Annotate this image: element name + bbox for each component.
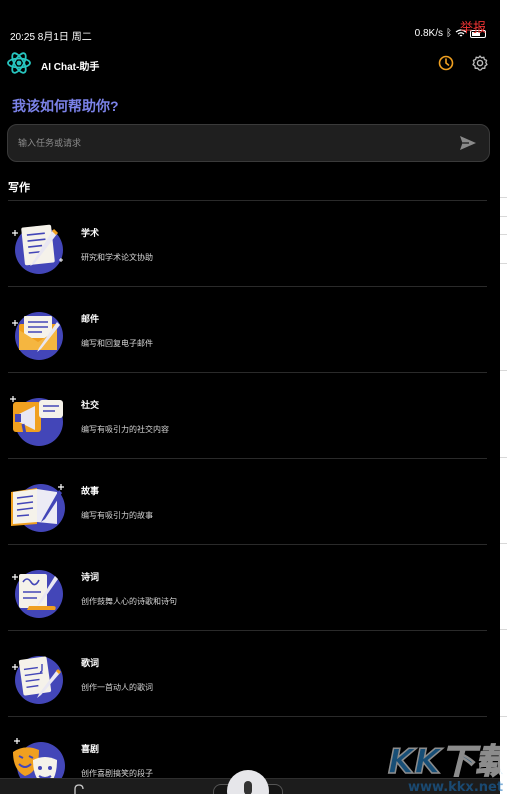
microphone-button[interactable] <box>227 770 269 794</box>
category-title: 社交 <box>81 400 100 410</box>
network-speed: 0.8K/s <box>414 28 443 39</box>
greeting-heading: 我该如何帮助你? <box>12 98 119 114</box>
divider <box>500 197 507 198</box>
clock-icon[interactable] <box>436 53 456 73</box>
category-title: 邮件 <box>81 314 100 324</box>
category-title: 喜剧 <box>81 744 100 754</box>
book-icon <box>11 484 65 532</box>
divider <box>500 457 507 458</box>
category-description: 编写和回复电子邮件 <box>81 339 153 348</box>
atom-logo-icon <box>7 52 31 74</box>
category-title: 歌词 <box>81 658 100 668</box>
category-list: 学术 研究和学术论文协助 邮件 编写和回复电子邮件 社交 编写有吸引力的社交内容… <box>0 201 500 794</box>
divider <box>500 629 507 630</box>
background-document-edge <box>500 0 507 794</box>
app-title: AI Chat-助手 <box>41 62 100 73</box>
category-item-email[interactable]: 邮件 编写和回复电子邮件 <box>0 287 500 373</box>
lyrics-sheet-icon <box>12 656 63 704</box>
chat-icon[interactable] <box>72 784 86 794</box>
category-title: 学术 <box>81 228 100 238</box>
category-description: 创作一首动人的歌词 <box>81 683 153 692</box>
category-title: 诗词 <box>81 572 100 582</box>
divider <box>500 543 507 544</box>
status-bar: 20:25 8月1日 周二 0.8K/s ᛒ <box>0 0 500 44</box>
category-title: 故事 <box>81 486 100 496</box>
divider <box>500 716 507 717</box>
poem-scroll-icon <box>12 570 63 618</box>
category-description: 研究和学术论文协助 <box>81 253 153 262</box>
email-envelope-icon <box>12 312 63 360</box>
bluetooth-icon: ᛒ <box>446 28 452 39</box>
category-item-poetry[interactable]: 诗词 创作鼓舞人心的诗歌和诗句 <box>0 545 500 631</box>
send-icon[interactable] <box>458 134 478 152</box>
task-input[interactable] <box>18 125 438 161</box>
status-time: 20:25 8月1日 周二 <box>10 32 92 43</box>
category-description: 编写有吸引力的故事 <box>81 511 153 520</box>
category-description: 创作鼓舞人心的诗歌和诗句 <box>81 597 177 606</box>
divider <box>500 263 507 264</box>
app-screen: 20:25 8月1日 周二 0.8K/s ᛒ AI Chat-助手 我该如何帮助… <box>0 0 500 794</box>
microphone-icon <box>244 781 252 794</box>
category-item-social[interactable]: 社交 编写有吸引力的社交内容 <box>0 373 500 459</box>
academic-paper-icon <box>12 224 63 274</box>
divider <box>500 234 507 235</box>
search-box <box>7 124 490 162</box>
category-item-lyrics[interactable]: 歌词 创作一首动人的歌词 <box>0 631 500 717</box>
category-item-academic[interactable]: 学术 研究和学术论文协助 <box>0 201 500 287</box>
divider <box>500 216 507 217</box>
gear-icon[interactable] <box>470 53 490 73</box>
category-description: 编写有吸引力的社交内容 <box>81 425 169 434</box>
category-item-story[interactable]: 故事 编写有吸引力的故事 <box>0 459 500 545</box>
divider <box>500 370 507 371</box>
report-link[interactable]: 举报 <box>460 17 486 36</box>
app-header: AI Chat-助手 <box>0 48 500 80</box>
megaphone-icon <box>10 396 63 446</box>
section-title: 写作 <box>8 182 30 194</box>
